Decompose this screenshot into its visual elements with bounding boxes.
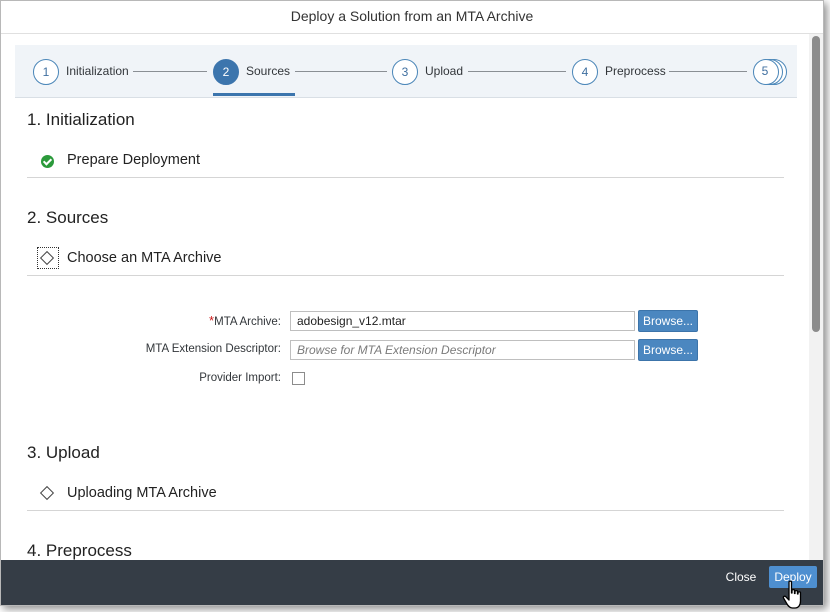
task-choose-mta-archive[interactable]: Choose an MTA Archive <box>27 245 784 276</box>
task-label: Choose an MTA Archive <box>67 250 222 266</box>
scrollbar-thumb[interactable] <box>812 36 820 332</box>
step-label: Sources <box>246 64 291 78</box>
step-connector <box>669 71 747 72</box>
mta-archive-label: *MTA Archive: <box>209 313 281 328</box>
section-title-sources: 2. Sources <box>27 208 109 227</box>
section-title-initialization: 1. Initialization <box>27 110 135 129</box>
step-connector <box>295 71 387 72</box>
mta-archive-browse-button[interactable]: Browse... <box>638 310 698 332</box>
mta-archive-input[interactable] <box>290 311 635 331</box>
extension-descriptor-browse-button[interactable]: Browse... <box>638 339 698 361</box>
section-title-preprocess: 4. Preprocess <box>27 541 132 560</box>
provider-import-label: Provider Import: <box>199 372 281 384</box>
task-prepare-deployment: Prepare Deployment <box>27 147 784 178</box>
deploy-dialog: Deploy a Solution from an MTA Archive 1 … <box>0 0 824 606</box>
step-number: 1 <box>33 59 59 85</box>
dialog-title: Deploy a Solution from an MTA Archive <box>1 1 823 34</box>
diamond-icon <box>39 485 55 503</box>
step-label: Preprocess <box>605 64 666 78</box>
wizard-step-more[interactable]: 5 <box>753 59 793 85</box>
step-connector <box>133 71 207 72</box>
step-label: Initialization <box>66 64 129 78</box>
mta-archive-label-text: MTA Archive: <box>214 316 281 328</box>
check-circle-icon <box>39 154 55 170</box>
wizard-progress: 1 Initialization 2 Sources 3 Upload 4 Pr… <box>15 45 797 98</box>
close-button[interactable]: Close <box>719 569 763 585</box>
step-number: 3 <box>392 59 418 85</box>
step-connector <box>468 71 566 72</box>
dialog-footer: Close Deploy <box>1 560 823 605</box>
step-number: 4 <box>572 59 598 85</box>
active-step-indicator <box>213 93 295 96</box>
step-label: Upload <box>425 64 464 78</box>
task-uploading-mta-archive: Uploading MTA Archive <box>27 480 784 511</box>
task-label: Prepare Deployment <box>67 152 200 168</box>
step-number: 2 <box>213 59 239 85</box>
step-number: 5 <box>761 64 769 78</box>
vertical-scrollbar[interactable] <box>809 34 823 560</box>
task-label: Uploading MTA Archive <box>67 485 217 501</box>
hand-pointer-icon <box>782 580 802 609</box>
mta-extension-descriptor-input[interactable] <box>290 340 635 360</box>
dialog-content: 1 Initialization 2 Sources 3 Upload 4 Pr… <box>1 34 809 560</box>
section-title-upload: 3. Upload <box>27 443 100 462</box>
diamond-icon <box>37 247 59 269</box>
provider-import-checkbox[interactable] <box>292 372 305 385</box>
mta-extension-descriptor-label: MTA Extension Descriptor: <box>145 343 281 355</box>
